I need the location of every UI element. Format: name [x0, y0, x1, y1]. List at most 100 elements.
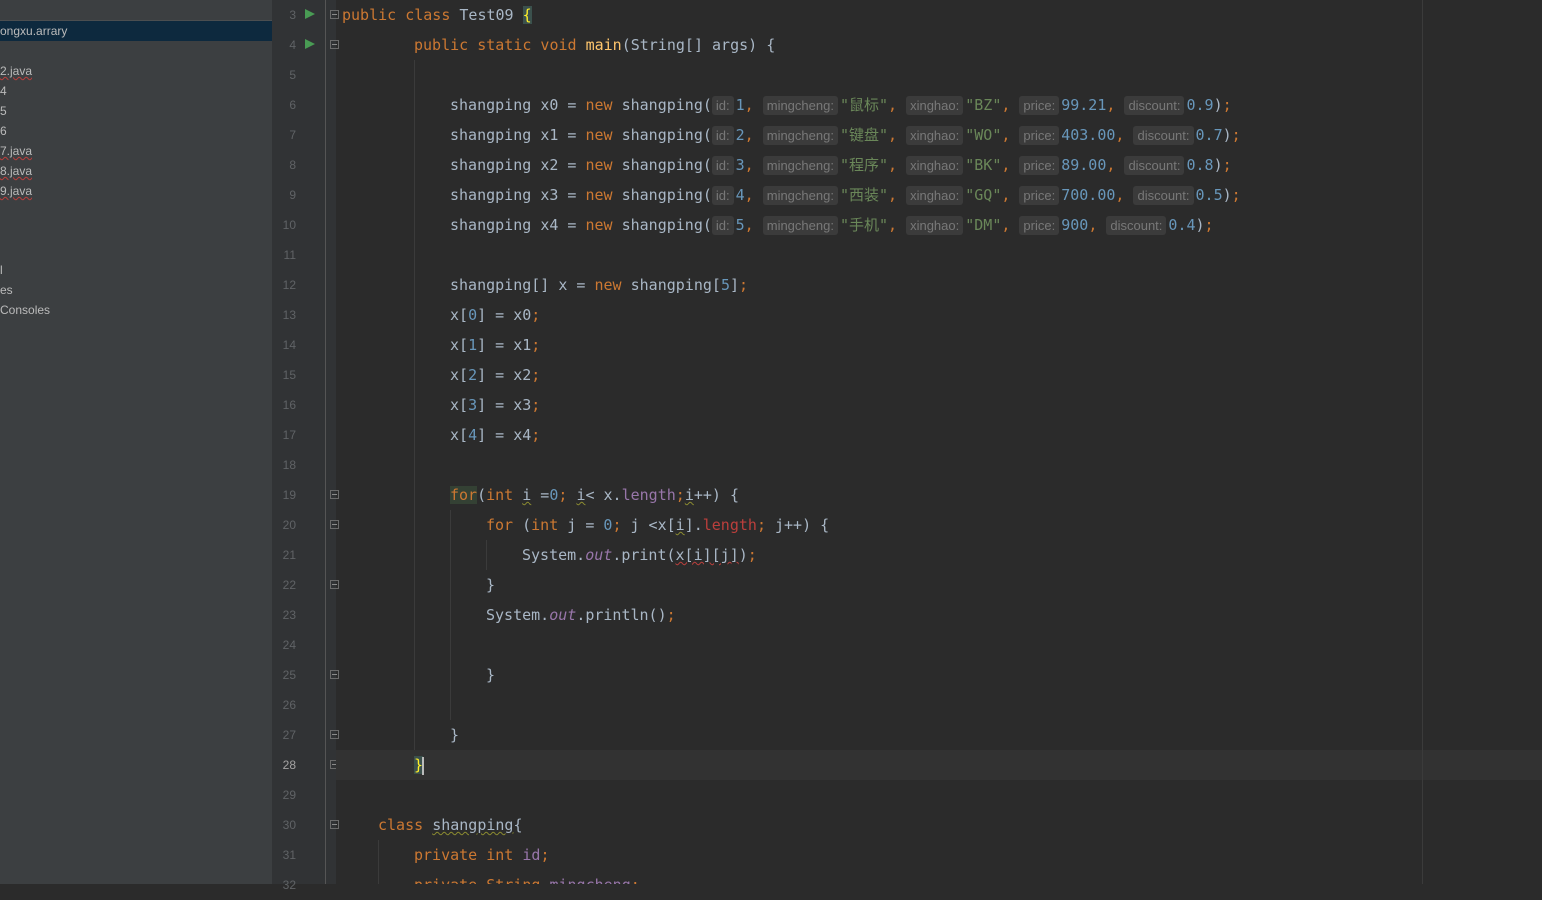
code-line[interactable]: System.out.println(); [486, 600, 676, 630]
line-number: 31 [282, 848, 296, 862]
line-number: 8 [289, 158, 296, 172]
line-number: 27 [282, 728, 296, 742]
arg-price: 99.21 [1061, 96, 1107, 114]
code-line[interactable]: x[1] = x1; [450, 330, 540, 360]
variable-name: x3 [540, 186, 559, 204]
code-line[interactable]: public class Test09 { [342, 0, 532, 30]
code-line[interactable]: } [486, 660, 495, 690]
code-line[interactable]: for (int j = 0; j <x[i].length; j++) { [486, 510, 829, 540]
code-line[interactable]: x[0] = x0; [450, 300, 540, 330]
variable-name: x1 [540, 126, 559, 144]
variable-name: x0 [540, 96, 559, 114]
assigned-var: x4 [513, 426, 532, 444]
arg-mingcheng: "程序" [839, 156, 889, 174]
indent-guide [450, 510, 451, 720]
assigned-var: x3 [513, 396, 532, 414]
code-line[interactable]: x[3] = x3; [450, 390, 540, 420]
param-hint: discount: [1133, 126, 1194, 145]
run-class-icon[interactable] [305, 9, 315, 19]
code-line-current[interactable]: } [414, 750, 425, 780]
tree-item-file[interactable]: 6 [0, 121, 7, 141]
code-line[interactable]: shangping x0 = new shangping(id: 1, mingc… [450, 90, 1232, 120]
line-number: 10 [282, 218, 296, 232]
tree-item-file[interactable]: 4 [0, 81, 7, 101]
code-line[interactable]: shangping x4 = new shangping(id: 5, mingc… [450, 210, 1214, 240]
tree-item-file[interactable]: 7.java [0, 141, 32, 161]
line-number: 29 [282, 788, 296, 802]
code-line[interactable]: for(int i =0; i< x.length;i++) { [450, 480, 739, 510]
code-line[interactable]: class shangping{ [378, 810, 523, 840]
param-hint: id: [711, 96, 734, 115]
code-line[interactable]: } [450, 720, 459, 750]
code-line[interactable]: public static void main(String[] args) { [414, 30, 775, 60]
variable-name: x2 [540, 156, 559, 174]
class-name: Test09 [459, 6, 514, 24]
line-number: 9 [289, 188, 296, 202]
array-index: 4 [468, 426, 478, 444]
param-hint: xinghao: [906, 126, 964, 145]
method-params: (String[] args) { [621, 36, 776, 54]
param-hint: mingcheng: [762, 186, 838, 205]
field-name: id [522, 846, 541, 864]
line-number: 12 [282, 278, 296, 292]
line-number: 28 [282, 758, 296, 772]
line-number: 32 [282, 878, 296, 892]
code-line[interactable]: x[4] = x4; [450, 420, 540, 450]
param-hint: id: [711, 126, 734, 145]
class-name: shangping [432, 816, 514, 834]
array-index: 3 [468, 396, 478, 414]
line-number: 11 [283, 248, 296, 262]
arg-xinghao: "BZ" [965, 96, 1002, 114]
code-line[interactable]: x[2] = x2; [450, 360, 540, 390]
tree-item-file[interactable]: 8.java [0, 161, 32, 181]
param-hint: mingcheng: [762, 216, 838, 235]
matched-brace: { [522, 6, 532, 24]
code-line[interactable]: shangping[] x = new shangping[5]; [450, 270, 748, 300]
keyword: class [405, 6, 451, 24]
code-editor[interactable]: public class Test09 { public static void… [336, 0, 1542, 884]
run-main-icon[interactable] [305, 39, 315, 49]
code-line[interactable]: shangping x2 = new shangping(id: 3, mingc… [450, 150, 1232, 180]
code-line[interactable]: private int id; [414, 840, 549, 870]
arg-price: 700.00 [1061, 186, 1116, 204]
arg-discount: 0.8 [1186, 156, 1214, 174]
arg-discount: 0.9 [1186, 96, 1214, 114]
tree-item-file[interactable]: 2.java [0, 61, 32, 81]
code-line[interactable]: System.out.print(x[i][j]); [522, 540, 757, 570]
code-line[interactable]: shangping x3 = new shangping(id: 4, mingc… [450, 180, 1241, 210]
param-hint: xinghao: [906, 216, 964, 235]
param-hint: xinghao: [906, 186, 964, 205]
line-number: 19 [282, 488, 296, 502]
array-index: 0 [468, 306, 478, 324]
keyword: new [594, 276, 622, 294]
line-number: 15 [282, 368, 296, 382]
keyword: class [378, 816, 424, 834]
keyword: public static void [414, 36, 577, 54]
tree-item-external-libraries[interactable]: l [0, 260, 3, 280]
line-number: 21 [282, 548, 296, 562]
field-name: mingcheng [549, 876, 630, 884]
tree-item-scratches[interactable]: es [0, 280, 13, 300]
array-size: 5 [720, 276, 730, 294]
tree-item-consoles[interactable]: Consoles [0, 300, 50, 320]
method-name: main [585, 36, 622, 54]
param-hint: price: [1019, 126, 1060, 145]
array-index: 1 [468, 336, 478, 354]
tree-item-package[interactable]: ongxu.arrary [0, 21, 272, 41]
code-line[interactable]: } [486, 570, 495, 600]
tree-item-file[interactable]: 5 [0, 101, 7, 121]
code-line[interactable]: private String mingcheng; [414, 870, 640, 884]
arg-discount: 0.5 [1195, 186, 1223, 204]
line-number: 7 [289, 128, 296, 142]
line-number: 22 [282, 578, 296, 592]
arg-mingcheng: "西装" [839, 186, 889, 204]
param-hint: price: [1019, 96, 1060, 115]
assigned-var: x2 [513, 366, 532, 384]
tree-item-file[interactable]: 9.java [0, 181, 32, 201]
arg-id: 4 [735, 186, 745, 204]
arg-id: 1 [735, 96, 745, 114]
keyword: public [342, 6, 397, 24]
code-line[interactable]: shangping x1 = new shangping(id: 2, mingc… [450, 120, 1241, 150]
param-hint: discount: [1133, 186, 1194, 205]
variable-name: x4 [540, 216, 559, 234]
